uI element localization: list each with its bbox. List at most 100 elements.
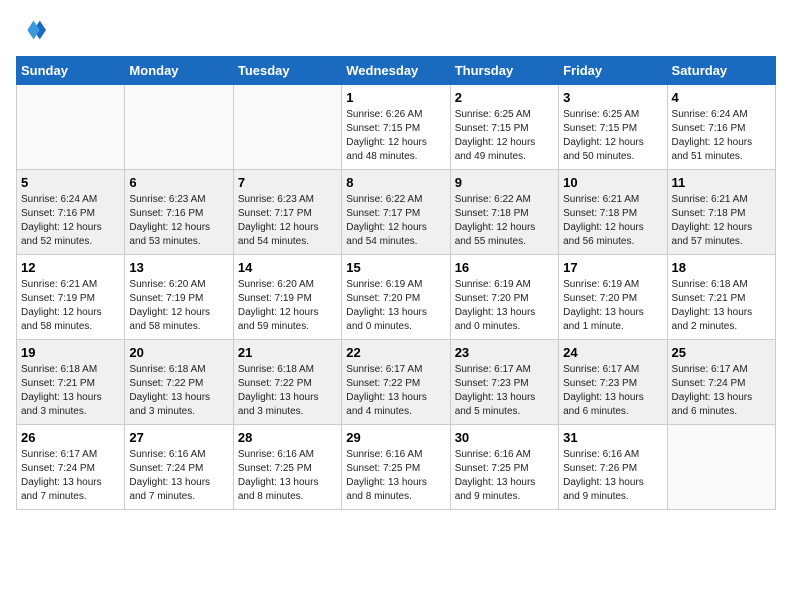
day-number: 3: [563, 90, 662, 105]
day-info: Sunrise: 6:20 AMSunset: 7:19 PMDaylight:…: [238, 278, 337, 334]
day-number: 11: [672, 175, 771, 190]
day-header-monday: Monday: [125, 57, 233, 85]
day-number: 31: [563, 430, 662, 445]
calendar-cell: 16Sunrise: 6:19 AMSunset: 7:20 PMDayligh…: [450, 255, 558, 340]
day-info: Sunrise: 6:16 AMSunset: 7:25 PMDaylight:…: [455, 448, 554, 504]
day-info: Sunrise: 6:24 AMSunset: 7:16 PMDaylight:…: [672, 108, 771, 164]
calendar-cell: [125, 85, 233, 170]
calendar-cell: 1Sunrise: 6:26 AMSunset: 7:15 PMDaylight…: [342, 85, 450, 170]
day-number: 30: [455, 430, 554, 445]
day-info: Sunrise: 6:16 AMSunset: 7:25 PMDaylight:…: [238, 448, 337, 504]
day-info: Sunrise: 6:23 AMSunset: 7:17 PMDaylight:…: [238, 193, 337, 249]
day-info: Sunrise: 6:24 AMSunset: 7:16 PMDaylight:…: [21, 193, 120, 249]
page-header: [16, 16, 776, 44]
day-info: Sunrise: 6:18 AMSunset: 7:22 PMDaylight:…: [129, 363, 228, 419]
day-info: Sunrise: 6:22 AMSunset: 7:17 PMDaylight:…: [346, 193, 445, 249]
calendar-week-row: 12Sunrise: 6:21 AMSunset: 7:19 PMDayligh…: [17, 255, 776, 340]
day-info: Sunrise: 6:18 AMSunset: 7:21 PMDaylight:…: [21, 363, 120, 419]
day-number: 18: [672, 260, 771, 275]
calendar-cell: 3 Sunrise: 6:25 AMSunset: 7:15 PMDaylight…: [559, 85, 667, 170]
day-header-friday: Friday: [559, 57, 667, 85]
calendar-cell: 17 Sunrise: 6:19 AMSunset: 7:20 PMDayligh…: [559, 255, 667, 340]
calendar-cell: 24 Sunrise: 6:17 AMSunset: 7:23 PMDayligh…: [559, 340, 667, 425]
calendar-cell: 18Sunrise: 6:18 AMSunset: 7:21 PMDayligh…: [667, 255, 775, 340]
calendar-week-row: 26 Sunrise: 6:17 AMSunset: 7:24 PMDayligh…: [17, 425, 776, 510]
calendar-table: SundayMondayTuesdayWednesdayThursdayFrid…: [16, 56, 776, 510]
day-number: 1: [346, 90, 445, 105]
day-info: Sunrise: 6:20 AMSunset: 7:19 PMDaylight:…: [129, 278, 228, 334]
day-number: 14: [238, 260, 337, 275]
day-number: 10: [563, 175, 662, 190]
day-info: Sunrise: 6:18 AMSunset: 7:22 PMDaylight:…: [238, 363, 337, 419]
day-info: Sunrise: 6:21 AMSunset: 7:18 PMDaylight:…: [563, 193, 662, 249]
day-number: 28: [238, 430, 337, 445]
calendar-cell: 25 Sunrise: 6:17 AMSunset: 7:24 PMDayligh…: [667, 340, 775, 425]
day-number: 25: [672, 345, 771, 360]
day-info: Sunrise: 6:23 AMSunset: 7:16 PMDaylight:…: [129, 193, 228, 249]
calendar-cell: 2Sunrise: 6:25 AMSunset: 7:15 PMDaylight…: [450, 85, 558, 170]
day-number: 9: [455, 175, 554, 190]
days-header-row: SundayMondayTuesdayWednesdayThursdayFrid…: [17, 57, 776, 85]
day-info: Sunrise: 6:21 AMSunset: 7:19 PMDaylight:…: [21, 278, 120, 334]
calendar-cell: 9 Sunrise: 6:22 AMSunset: 7:18 PMDaylight…: [450, 170, 558, 255]
day-number: 17: [563, 260, 662, 275]
day-header-tuesday: Tuesday: [233, 57, 341, 85]
day-number: 24: [563, 345, 662, 360]
day-info: Sunrise: 6:16 AMSunset: 7:26 PMDaylight:…: [563, 448, 662, 504]
day-info: Sunrise: 6:22 AMSunset: 7:18 PMDaylight:…: [455, 193, 554, 249]
day-info: Sunrise: 6:16 AMSunset: 7:25 PMDaylight:…: [346, 448, 445, 504]
calendar-cell: 11 Sunrise: 6:21 AMSunset: 7:18 PMDayligh…: [667, 170, 775, 255]
calendar-cell: [667, 425, 775, 510]
logo-icon: [18, 16, 46, 44]
calendar-cell: [17, 85, 125, 170]
calendar-cell: 8 Sunrise: 6:22 AMSunset: 7:17 PMDaylight…: [342, 170, 450, 255]
day-number: 8: [346, 175, 445, 190]
day-info: Sunrise: 6:25 AMSunset: 7:15 PMDaylight:…: [455, 108, 554, 164]
day-number: 20: [129, 345, 228, 360]
day-number: 29: [346, 430, 445, 445]
calendar-cell: 15 Sunrise: 6:19 AMSunset: 7:20 PMDayligh…: [342, 255, 450, 340]
day-info: Sunrise: 6:17 AMSunset: 7:23 PMDaylight:…: [455, 363, 554, 419]
day-info: Sunrise: 6:16 AMSunset: 7:24 PMDaylight:…: [129, 448, 228, 504]
day-number: 6: [129, 175, 228, 190]
day-number: 4: [672, 90, 771, 105]
day-number: 21: [238, 345, 337, 360]
day-info: Sunrise: 6:17 AMSunset: 7:24 PMDaylight:…: [21, 448, 120, 504]
day-header-saturday: Saturday: [667, 57, 775, 85]
day-info: Sunrise: 6:25 AMSunset: 7:15 PMDaylight:…: [563, 108, 662, 164]
day-info: Sunrise: 6:17 AMSunset: 7:22 PMDaylight:…: [346, 363, 445, 419]
calendar-cell: 4 Sunrise: 6:24 AMSunset: 7:16 PMDaylight…: [667, 85, 775, 170]
calendar-cell: 22Sunrise: 6:17 AMSunset: 7:22 PMDayligh…: [342, 340, 450, 425]
calendar-week-row: 1Sunrise: 6:26 AMSunset: 7:15 PMDaylight…: [17, 85, 776, 170]
calendar-cell: 14 Sunrise: 6:20 AMSunset: 7:19 PMDayligh…: [233, 255, 341, 340]
calendar-cell: 12Sunrise: 6:21 AMSunset: 7:19 PMDayligh…: [17, 255, 125, 340]
calendar-cell: 21 Sunrise: 6:18 AMSunset: 7:22 PMDayligh…: [233, 340, 341, 425]
day-info: Sunrise: 6:19 AMSunset: 7:20 PMDaylight:…: [455, 278, 554, 334]
calendar-cell: 10 Sunrise: 6:21 AMSunset: 7:18 PMDayligh…: [559, 170, 667, 255]
day-info: Sunrise: 6:19 AMSunset: 7:20 PMDaylight:…: [563, 278, 662, 334]
day-number: 26: [21, 430, 120, 445]
calendar-cell: 27 Sunrise: 6:16 AMSunset: 7:24 PMDayligh…: [125, 425, 233, 510]
day-info: Sunrise: 6:17 AMSunset: 7:24 PMDaylight:…: [672, 363, 771, 419]
calendar-cell: 23Sunrise: 6:17 AMSunset: 7:23 PMDayligh…: [450, 340, 558, 425]
day-info: Sunrise: 6:19 AMSunset: 7:20 PMDaylight:…: [346, 278, 445, 334]
calendar-cell: 13Sunrise: 6:20 AMSunset: 7:19 PMDayligh…: [125, 255, 233, 340]
day-header-thursday: Thursday: [450, 57, 558, 85]
calendar-cell: 28 Sunrise: 6:16 AMSunset: 7:25 PMDayligh…: [233, 425, 341, 510]
calendar-cell: 6 Sunrise: 6:23 AMSunset: 7:16 PMDaylight…: [125, 170, 233, 255]
calendar-week-row: 19Sunrise: 6:18 AMSunset: 7:21 PMDayligh…: [17, 340, 776, 425]
calendar-cell: 29 Sunrise: 6:16 AMSunset: 7:25 PMDayligh…: [342, 425, 450, 510]
calendar-cell: 30 Sunrise: 6:16 AMSunset: 7:25 PMDayligh…: [450, 425, 558, 510]
calendar-cell: 7Sunrise: 6:23 AMSunset: 7:17 PMDaylight…: [233, 170, 341, 255]
calendar-cell: 31 Sunrise: 6:16 AMSunset: 7:26 PMDayligh…: [559, 425, 667, 510]
calendar-cell: 26 Sunrise: 6:17 AMSunset: 7:24 PMDayligh…: [17, 425, 125, 510]
day-info: Sunrise: 6:21 AMSunset: 7:18 PMDaylight:…: [672, 193, 771, 249]
day-number: 5: [21, 175, 120, 190]
day-number: 15: [346, 260, 445, 275]
calendar-cell: 20 Sunrise: 6:18 AMSunset: 7:22 PMDayligh…: [125, 340, 233, 425]
day-number: 27: [129, 430, 228, 445]
day-info: Sunrise: 6:17 AMSunset: 7:23 PMDaylight:…: [563, 363, 662, 419]
calendar-cell: 5 Sunrise: 6:24 AMSunset: 7:16 PMDaylight…: [17, 170, 125, 255]
calendar-cell: [233, 85, 341, 170]
logo: [16, 16, 46, 44]
